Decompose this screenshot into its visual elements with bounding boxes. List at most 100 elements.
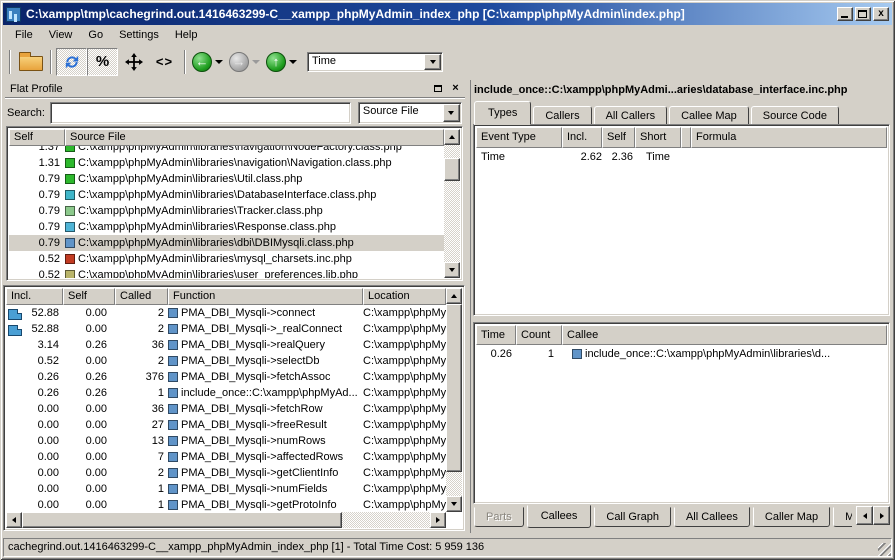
scroll-up-button[interactable] (446, 288, 462, 304)
tab-caller-map[interactable]: Caller Map (753, 507, 830, 527)
dock-float-button[interactable] (430, 82, 445, 96)
function-row[interactable]: 0.520.002PMA_DBI_Mysqli->selectDbC:\xamp… (6, 353, 446, 369)
tab-types[interactable]: Types (474, 101, 531, 125)
percent-toggle-button[interactable]: % (87, 48, 118, 76)
back-dropdown-icon[interactable] (215, 60, 223, 64)
event-type-combobox[interactable]: Time (307, 52, 443, 72)
column-header-called[interactable]: Called (115, 288, 168, 305)
column-header-self[interactable]: Self (9, 129, 65, 146)
function-row[interactable]: 52.880.002PMA_DBI_Mysqli->_realConnectC:… (6, 321, 446, 337)
menu-help[interactable]: Help (167, 27, 206, 44)
column-header-incl[interactable]: Incl. (562, 127, 602, 148)
source-file-row[interactable]: 0.79C:\xampp\phpMyAdmin\libraries\dbi\DB… (9, 235, 444, 251)
scroll-down-button[interactable] (446, 496, 462, 512)
menu-view[interactable]: View (41, 27, 81, 44)
app-icon[interactable] (6, 7, 21, 22)
column-header-formula[interactable]: Formula (691, 127, 887, 148)
short-value: Time (635, 151, 681, 163)
event-types-pane: Event Type Incl. Self Short Formula Time… (473, 124, 890, 316)
callee-row[interactable]: 0.261include_once::C:\xampp\phpMyAdmin\l… (476, 345, 887, 362)
function-cell: PMA_DBI_Mysqli->getProtoInfo (168, 499, 363, 511)
up-dropdown-icon[interactable] (289, 60, 297, 64)
column-header-callee[interactable]: Callee (562, 325, 887, 345)
function-row[interactable]: 0.000.0036PMA_DBI_Mysqli->fetchRowC:\xam… (6, 401, 446, 417)
resize-grip-icon[interactable] (878, 543, 891, 556)
vertical-scrollbar[interactable] (444, 129, 460, 278)
close-button[interactable]: x (873, 7, 889, 21)
function-row[interactable]: 0.000.007PMA_DBI_Mysqli->affectedRowsC:\… (6, 449, 446, 465)
group-by-combobox[interactable]: Source File (358, 102, 462, 124)
source-file-row[interactable]: 0.52C:\xampp\phpMyAdmin\libraries\mysql_… (9, 251, 444, 267)
function-row[interactable]: 0.000.0013PMA_DBI_Mysqli->numRowsC:\xamp… (6, 433, 446, 449)
menu-settings[interactable]: Settings (111, 27, 167, 44)
back-button[interactable]: ← (190, 48, 214, 76)
menu-file[interactable]: File (7, 27, 41, 44)
source-file-row[interactable]: 0.79C:\xampp\phpMyAdmin\libraries\Respon… (9, 219, 444, 235)
file-type-icon (65, 174, 75, 184)
tab-all-callees[interactable]: All Callees (674, 507, 750, 527)
tab-all-callers[interactable]: All Callers (594, 106, 668, 126)
column-header-count[interactable]: Count (516, 325, 562, 345)
open-file-button[interactable] (15, 48, 46, 76)
tab-callee-map[interactable]: Callee Map (669, 106, 749, 126)
tab-parts[interactable]: Parts (474, 507, 524, 527)
function-row[interactable]: 3.140.2636PMA_DBI_Mysqli->realQueryC:\xa… (6, 337, 446, 353)
minimize-button[interactable] (837, 7, 853, 21)
toolbar-handle[interactable] (9, 50, 11, 74)
menu-go[interactable]: Go (80, 27, 111, 44)
column-header-incl[interactable]: Incl. (6, 288, 63, 305)
dock-close-button[interactable]: × (448, 82, 463, 96)
column-header-source-file[interactable]: Source File (65, 129, 444, 146)
refresh-toggle-button[interactable] (56, 48, 87, 76)
dock-titlebar[interactable]: Flat Profile × (5, 80, 465, 98)
source-file-row[interactable]: 1.31C:\xampp\phpMyAdmin\libraries\naviga… (9, 155, 444, 171)
combobox-dropdown-button[interactable] (424, 54, 441, 70)
scrollbar-thumb[interactable] (446, 304, 462, 472)
column-header-short[interactable]: Short (635, 127, 681, 148)
tab-scroll-left-button[interactable] (856, 506, 873, 525)
vertical-scrollbar[interactable] (446, 288, 462, 512)
scroll-down-button[interactable] (444, 262, 460, 278)
column-header-self[interactable]: Self (63, 288, 115, 305)
tab-scroll-right-button[interactable] (873, 506, 890, 525)
tab-callers[interactable]: Callers (533, 106, 591, 126)
scrollbar-thumb[interactable] (22, 512, 342, 528)
event-type-row[interactable]: Time2.622.36Time (476, 148, 887, 165)
tab-machine[interactable]: Machine (833, 507, 852, 527)
tab-callees[interactable]: Callees (527, 505, 592, 528)
tab-call-graph[interactable]: Call Graph (594, 507, 671, 527)
source-file-row[interactable]: 0.79C:\xampp\phpMyAdmin\libraries\Databa… (9, 187, 444, 203)
source-file-row[interactable]: 0.79C:\xampp\phpMyAdmin\libraries\Tracke… (9, 203, 444, 219)
column-header-self[interactable]: Self (602, 127, 635, 148)
scroll-right-button[interactable] (430, 512, 446, 528)
column-header-event-type[interactable]: Event Type (476, 127, 562, 148)
file-type-icon (65, 254, 75, 264)
source-file-row[interactable]: 0.52C:\xampp\phpMyAdmin\libraries\user_p… (9, 267, 444, 278)
function-row[interactable]: 0.000.001PMA_DBI_Mysqli->getProtoInfoC:\… (6, 497, 446, 512)
horizontal-scrollbar[interactable] (6, 512, 446, 528)
function-row[interactable]: 0.260.261include_once::C:\xampp\phpMyAd.… (6, 385, 446, 401)
source-file-row[interactable]: 1.37C:\xampp\phpMyAdmin\libraries\naviga… (9, 146, 444, 155)
function-row[interactable]: 0.000.0027PMA_DBI_Mysqli->freeResultC:\x… (6, 417, 446, 433)
column-header-location[interactable]: Location (363, 288, 446, 305)
combobox-dropdown-button[interactable] (443, 104, 460, 122)
maximize-button[interactable] (855, 7, 871, 21)
cycle-detection-button[interactable]: <> (149, 48, 180, 76)
column-header-function[interactable]: Function (168, 288, 363, 305)
function-row[interactable]: 0.000.002PMA_DBI_Mysqli->getClientInfoC:… (6, 465, 446, 481)
called-count-value: 376 (115, 371, 168, 383)
relative-cost-button[interactable] (118, 48, 149, 76)
titlebar[interactable]: C:\xampp\tmp\cachegrind.out.1416463299-C… (3, 3, 892, 25)
scroll-up-button[interactable] (444, 129, 460, 145)
scroll-left-button[interactable] (6, 512, 22, 528)
search-input[interactable] (50, 102, 351, 124)
tab-source-code[interactable]: Source Code (751, 106, 839, 126)
function-row[interactable]: 0.260.26376PMA_DBI_Mysqli->fetchAssocC:\… (6, 369, 446, 385)
function-row[interactable]: 52.880.002PMA_DBI_Mysqli->connectC:\xamp… (6, 305, 446, 321)
forward-button[interactable]: → (227, 48, 251, 76)
scrollbar-thumb[interactable] (444, 158, 460, 181)
function-row[interactable]: 0.000.001PMA_DBI_Mysqli->numFieldsC:\xam… (6, 481, 446, 497)
column-header-time[interactable]: Time (476, 325, 516, 345)
source-file-row[interactable]: 0.79C:\xampp\phpMyAdmin\libraries\Util.c… (9, 171, 444, 187)
up-button[interactable]: ↑ (264, 48, 288, 76)
